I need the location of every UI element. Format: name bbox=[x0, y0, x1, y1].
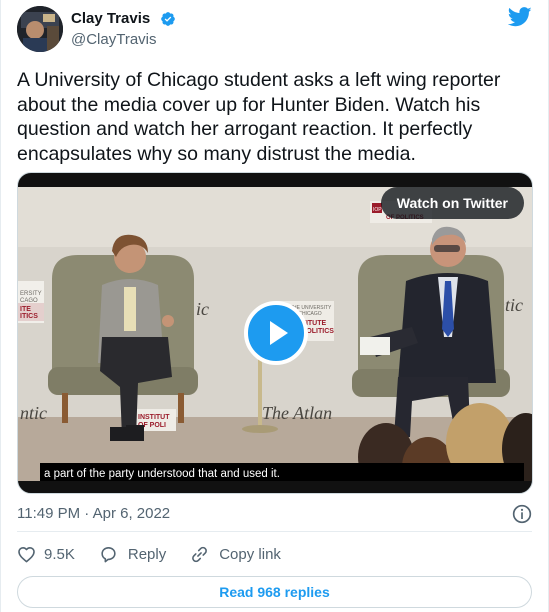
link-icon bbox=[192, 546, 208, 562]
banner-left-line-2: CAGO bbox=[20, 298, 38, 304]
avatar-image bbox=[17, 6, 63, 52]
video-subtitle: a part of the party understood that and … bbox=[40, 463, 524, 481]
video-player[interactable]: ERSITY CAGO ITE ITICS THE UNIVERSITY OF … bbox=[17, 172, 533, 494]
play-icon bbox=[270, 321, 288, 345]
verified-badge-icon bbox=[161, 12, 175, 26]
tweet-actions: 9.5K Reply Copy link bbox=[17, 542, 305, 566]
read-replies-button[interactable]: Read 968 replies bbox=[17, 576, 532, 608]
author-avatar[interactable] bbox=[17, 6, 63, 52]
reply-button[interactable]: Reply bbox=[99, 545, 166, 564]
like-count: 9.5K bbox=[44, 545, 75, 563]
like-button[interactable]: 9.5K bbox=[17, 545, 75, 564]
banner-left-line-3: ITE bbox=[20, 306, 31, 313]
banner-bottom-left-line-1: INSTITUT bbox=[138, 414, 170, 421]
logo-fragment-4: The Atlan bbox=[262, 403, 332, 423]
reply-bubble-icon bbox=[101, 546, 116, 562]
twitter-bird-icon[interactable] bbox=[508, 6, 532, 28]
heart-icon bbox=[18, 546, 35, 562]
author-handle[interactable]: @ClayTravis bbox=[71, 31, 157, 48]
tweet-text: A University of Chicago student asks a l… bbox=[17, 69, 501, 165]
banner-left-line-1: ERSITY bbox=[20, 291, 42, 297]
reply-label: Reply bbox=[127, 545, 167, 563]
divider bbox=[17, 531, 532, 532]
copy-link-button[interactable]: Copy link bbox=[190, 545, 281, 564]
copy-link-label: Copy link bbox=[219, 545, 281, 563]
watch-on-twitter-button[interactable]: Watch on Twitter bbox=[380, 187, 524, 219]
banner-left-line-4: ITICS bbox=[20, 313, 38, 320]
play-button[interactable] bbox=[244, 301, 308, 365]
logo-fragment-1: ic bbox=[196, 299, 209, 319]
tweet-timestamp[interactable]: 11:49 PM · Apr 6, 2022 bbox=[17, 505, 170, 522]
author-name[interactable]: Clay Travis bbox=[71, 10, 150, 27]
tweet-card: Clay Travis @ClayTravis A University of … bbox=[0, 0, 549, 612]
info-icon[interactable] bbox=[512, 504, 532, 524]
logo-fragment-3: ntic bbox=[20, 403, 47, 423]
